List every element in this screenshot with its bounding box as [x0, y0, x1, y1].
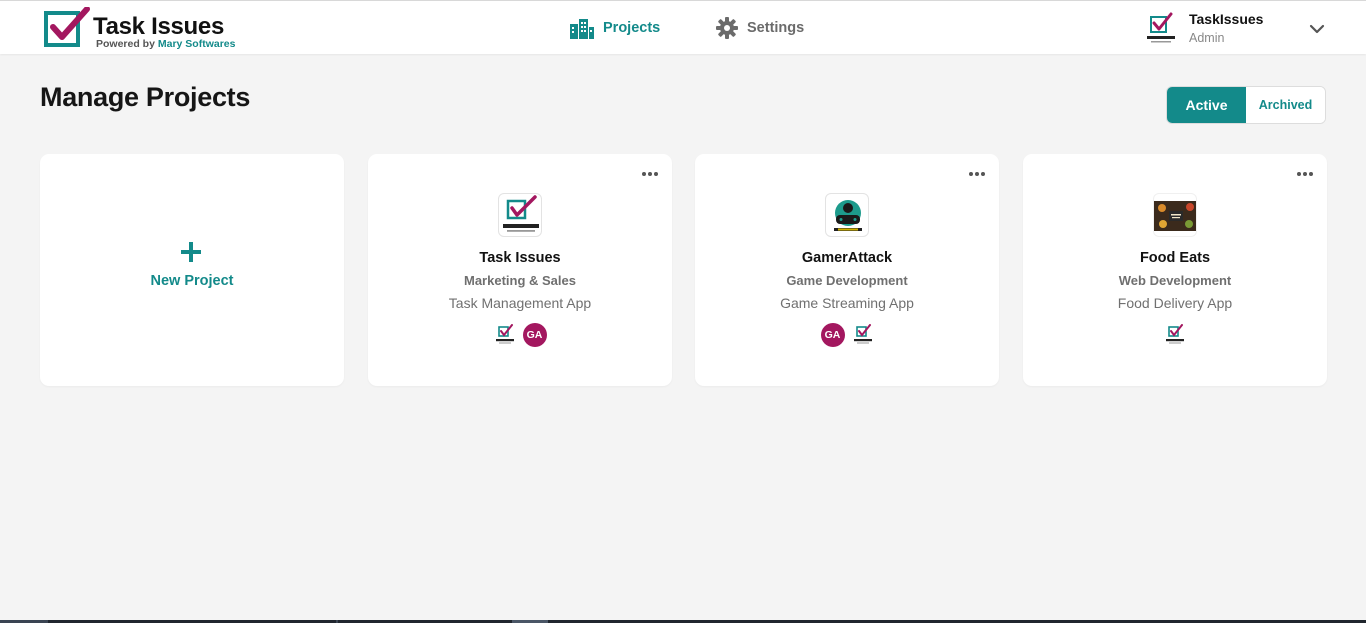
user-role: Admin: [1189, 31, 1225, 45]
more-options-icon[interactable]: [1295, 168, 1315, 180]
archived-filter-button[interactable]: Archived: [1246, 87, 1325, 123]
project-card[interactable]: Task Issues Marketing & Sales Task Manag…: [368, 154, 672, 386]
powered-prefix: Powered by: [96, 38, 155, 50]
project-members: GA: [695, 323, 999, 347]
project-logo: [1153, 193, 1197, 237]
project-category: Game Development: [786, 273, 908, 288]
new-project-label: New Project: [150, 273, 234, 289]
task-issues-logo-icon: [503, 195, 539, 232]
nav-settings-label: Settings: [747, 20, 805, 36]
project-card[interactable]: GamerAttack Game Development Game Stream…: [695, 154, 999, 386]
active-filter-button[interactable]: Active: [1167, 87, 1246, 123]
project-card[interactable]: Food Eats Web Development Food Delivery …: [1023, 154, 1327, 386]
app-title: Task Issues: [93, 13, 225, 40]
powered-by: Powered by Mary Softwares: [96, 38, 235, 50]
top-header: Task Issues Powered by Mary Softwares Pr…: [0, 0, 1366, 54]
task-issues-logo-icon[interactable]: [852, 324, 874, 346]
project-name: Food Eats: [1139, 250, 1211, 266]
task-issues-logo-icon: [44, 7, 90, 47]
more-options-icon[interactable]: [967, 168, 987, 180]
project-name: GamerAttack: [801, 250, 893, 266]
app-logo[interactable]: Task Issues Powered by Mary Softwares: [44, 7, 244, 51]
plus-icon: [181, 242, 201, 262]
buildings-icon: [570, 19, 594, 39]
task-issues-logo-icon[interactable]: [494, 324, 516, 346]
project-description: Task Management App: [448, 295, 592, 311]
project-description: Game Streaming App: [780, 295, 914, 311]
member-avatar[interactable]: GA: [820, 323, 845, 347]
more-options-icon[interactable]: [640, 168, 660, 180]
project-status-toggle: Active Archived: [1166, 86, 1326, 124]
powered-brand: Mary Softwares: [157, 38, 236, 50]
task-issues-logo-icon[interactable]: [1164, 324, 1186, 346]
gear-icon: [716, 17, 738, 39]
project-category: Marketing & Sales: [464, 273, 576, 288]
project-name: Task Issues: [479, 250, 561, 266]
chevron-down-icon[interactable]: [1309, 21, 1325, 37]
nav-projects-label: Projects: [603, 20, 661, 36]
project-members: [1023, 323, 1327, 347]
project-description: Food Delivery App: [1117, 295, 1233, 311]
new-project-card[interactable]: New Project: [40, 154, 344, 386]
member-avatar[interactable]: GA: [522, 323, 547, 347]
nav-projects[interactable]: Projects: [570, 15, 660, 41]
nav-settings[interactable]: Settings: [716, 15, 804, 41]
project-category: Web Development: [1118, 273, 1232, 288]
page-title: Manage Projects: [40, 82, 251, 112]
project-members: GA: [368, 323, 672, 347]
food-photo-icon: [1154, 201, 1196, 231]
gamepad-logo-icon: [834, 200, 862, 231]
task-issues-logo-icon: [1147, 12, 1175, 43]
project-logo: [498, 193, 542, 237]
project-logo: [825, 193, 869, 237]
user-name: TaskIssues: [1189, 11, 1264, 27]
user-menu[interactable]: TaskIssues Admin: [1144, 9, 1334, 49]
